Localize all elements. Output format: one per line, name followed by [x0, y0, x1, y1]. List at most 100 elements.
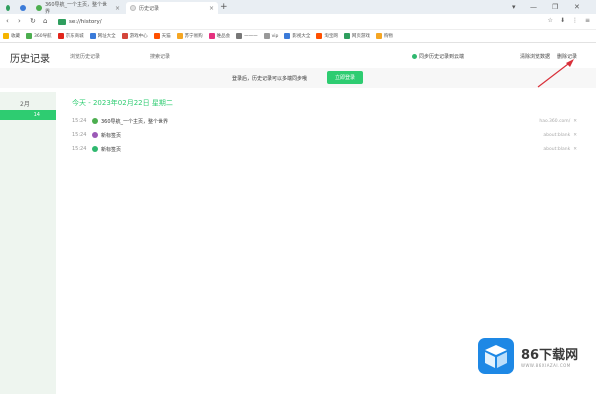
new-tab-button[interactable]: + [220, 2, 228, 12]
more-icon[interactable]: ⋮ [572, 17, 578, 24]
address-text: se://history/ [69, 18, 102, 25]
entry-favicon-icon [92, 146, 98, 152]
bookmark-item[interactable]: 京东商城 [57, 33, 84, 39]
entry-url-group: about:blank ✕ [543, 133, 577, 138]
tab-browse-history[interactable]: 浏览历史记录 [70, 53, 100, 60]
tab-360-nav[interactable]: 360导航_一个主页，整个世界 × [32, 2, 124, 15]
bookmark-item[interactable]: 网址大全 [89, 33, 116, 39]
banner-text: 登录后，历史记录可以多端同步哦 [232, 76, 308, 82]
bookmark-item[interactable]: 淘宝网 [316, 33, 338, 39]
bookmarks-bar: 收藏 360导航 京东商城 网址大全 游戏中心 天猫 苏宁易购 唯品会 一一一 vip 影视大全 淘宝… [0, 30, 596, 43]
history-entry[interactable]: 15:24 新标签页 about:blank ✕ [72, 144, 577, 154]
entry-time: 15:24 [72, 118, 87, 124]
bookmark-icon [121, 33, 128, 39]
minimize-icon[interactable]: — [530, 2, 537, 12]
address-bar[interactable]: se://history/ [58, 16, 388, 27]
home-icon[interactable]: ⌂ [43, 17, 47, 26]
sync-history-button[interactable]: 同步历史记录到云端 [412, 53, 464, 60]
bookmark-label: 苏宁易购 [184, 34, 203, 39]
page-title: 历史记录 [10, 54, 50, 65]
login-banner: 登录后，历史记录可以多端同步哦 立即登录 [0, 68, 596, 88]
bookmark-icon [89, 33, 96, 39]
watermark-main: 86下载网 [521, 348, 579, 363]
bookmark-item[interactable]: 天猫 [153, 33, 171, 39]
bookmark-icon [153, 33, 160, 39]
bookmark-item[interactable]: 游戏中心 [121, 33, 148, 39]
bookmark-icon [3, 33, 9, 39]
bookmark-label: 京东商城 [65, 34, 84, 39]
browser-tab-bar: 360导航_一个主页，整个世界 × 历史记录 × + ▾ — ❐ ✕ [0, 0, 596, 15]
bookmark-item[interactable]: 购物 [375, 33, 393, 39]
sidebar-day-selected[interactable]: 14 [0, 110, 56, 120]
forward-icon[interactable]: › [18, 17, 21, 26]
download-icon[interactable]: ⬇ [560, 17, 565, 24]
remove-entry-icon[interactable]: ✕ [573, 147, 577, 152]
bookmark-label: 淘宝网 [324, 34, 338, 39]
entry-favicon-icon [92, 118, 98, 124]
tab-close-icon[interactable]: × [209, 5, 214, 12]
bookmark-item[interactable]: 360导航 [26, 33, 52, 39]
bookmark-item[interactable]: 一一一 [236, 33, 258, 39]
browser-logo-icon [6, 5, 10, 11]
bookmark-icon [343, 33, 350, 39]
history-header: 历史记录 浏览历史记录 搜索记录 同步历史记录到云端 清除浏览数据 删除记录 [0, 44, 596, 66]
bookmark-label: 购物 [383, 34, 393, 39]
maximize-icon[interactable]: ❐ [552, 2, 558, 12]
bookmark-item[interactable]: vip [263, 33, 279, 39]
favorite-icon[interactable]: ☆ [548, 17, 553, 24]
close-window-icon[interactable]: ✕ [574, 2, 580, 12]
bookmark-label: 天猫 [161, 34, 171, 39]
history-entry[interactable]: 15:24 新标签页 about:blank ✕ [72, 130, 577, 140]
sync-icon [412, 54, 417, 59]
entry-title[interactable]: 新标签页 [101, 146, 121, 153]
tab-favicon-icon [36, 5, 42, 11]
bookmark-item[interactable]: 影视大全 [284, 33, 310, 39]
bookmark-label: 网页游戏 [351, 34, 370, 39]
entry-time: 15:24 [72, 132, 87, 138]
entry-favicon-icon [92, 132, 98, 138]
secure-page-icon [58, 18, 66, 25]
watermark-box-icon [478, 338, 514, 374]
tab-favicon-icon [130, 5, 136, 11]
sync-label: 同步历史记录到云端 [419, 54, 465, 60]
tab-history[interactable]: 历史记录 × [126, 2, 218, 14]
bookmark-icon [176, 33, 183, 39]
bookmark-icon [316, 33, 323, 39]
profile-icon [20, 5, 26, 11]
login-button[interactable]: 立即登录 [327, 71, 363, 84]
tab-search-history[interactable]: 搜索记录 [150, 53, 170, 60]
remove-entry-icon[interactable]: ✕ [573, 133, 577, 138]
entry-url-group: about:blank ✕ [543, 147, 577, 152]
history-entry[interactable]: 15:24 360导航_一个主页，整个世界 hao.360.com/✕ [72, 116, 577, 126]
entry-title[interactable]: 360导航_一个主页，整个世界 [101, 118, 168, 125]
back-icon[interactable]: ‹ [6, 17, 9, 26]
bookmark-item[interactable]: 唯品会 [208, 33, 231, 39]
remove-entry-icon[interactable]: ✕ [573, 119, 577, 124]
browser-menu-tab[interactable] [2, 2, 14, 14]
tab-list-icon[interactable]: ▾ [512, 2, 516, 12]
bookmark-label: 网址大全 [97, 34, 116, 39]
browser-profile-tab[interactable] [16, 2, 30, 14]
tab-label: 历史记录 [139, 5, 160, 12]
browser-toolbar: ‹ › ↻ ⌂ se://history/ ☆ ⬇ ⋮ ≡ [0, 14, 596, 30]
watermark-sub: WWW.86XIAZAI.COM [521, 363, 571, 368]
entry-url: about:blank [543, 132, 571, 138]
entry-time: 15:24 [72, 146, 87, 152]
menu-icon[interactable]: ≡ [585, 17, 590, 24]
bookmark-label: 360导航 [34, 34, 52, 39]
bookmark-item[interactable]: 网页游戏 [343, 33, 370, 39]
reload-icon[interactable]: ↻ [30, 17, 36, 26]
bookmark-icon [375, 33, 382, 39]
bookmark-icon [284, 33, 291, 39]
bookmark-icon [57, 33, 64, 39]
bookmark-item[interactable]: 收藏 [3, 33, 20, 39]
bookmark-label: vip [271, 33, 279, 39]
entry-url-group: hao.360.com/✕ [539, 119, 577, 124]
bookmark-label: 唯品会 [216, 34, 231, 39]
tab-close-icon[interactable]: × [115, 5, 120, 12]
date-sidebar: 2月 14 [0, 92, 56, 394]
entry-title[interactable]: 新标签页 [101, 132, 121, 139]
bookmark-item[interactable]: 苏宁易购 [176, 33, 203, 39]
bookmark-icon [263, 33, 270, 39]
watermark-text: 86下载网 WWW.86XIAZAI.COM [521, 344, 578, 368]
